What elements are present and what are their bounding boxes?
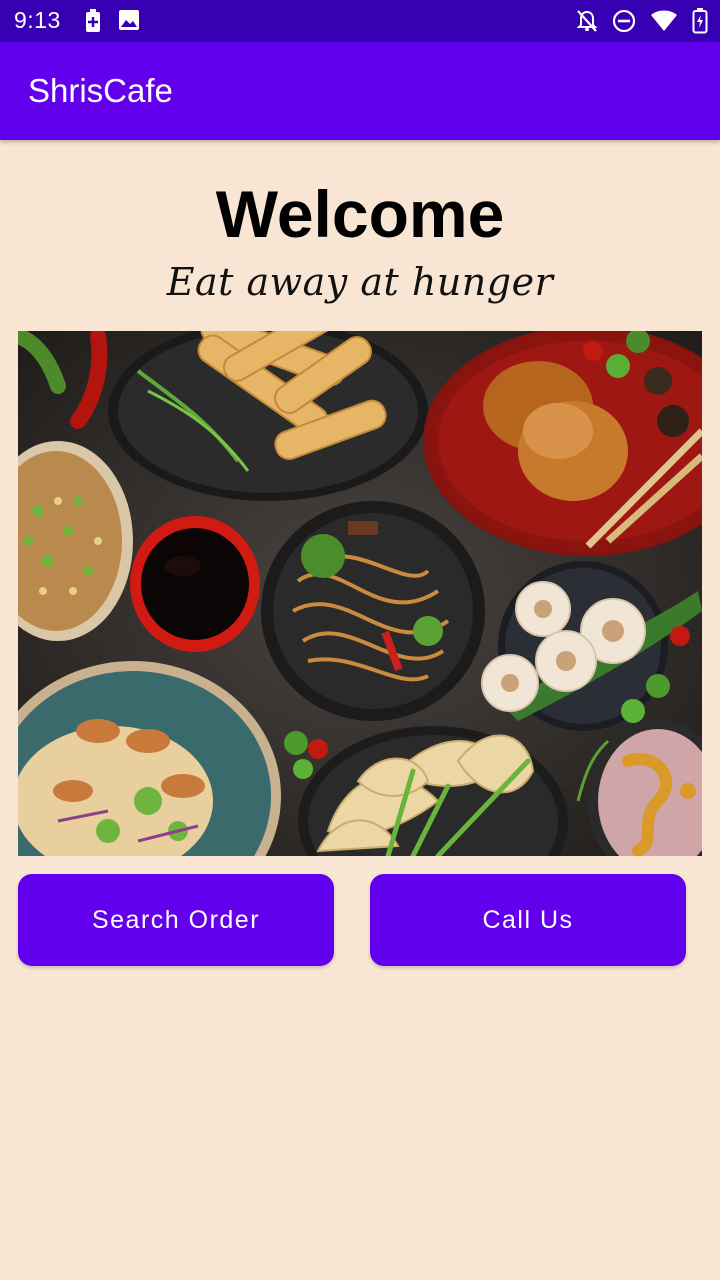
welcome-heading: Welcome bbox=[215, 177, 505, 251]
status-bar: 9:13 bbox=[0, 0, 720, 42]
app-bar: ShrisCafe bbox=[0, 42, 720, 140]
wifi-icon bbox=[650, 10, 678, 37]
status-right-icons bbox=[576, 8, 708, 39]
battery-icon bbox=[692, 8, 708, 39]
notifications-off-icon bbox=[576, 9, 598, 38]
do-not-disturb-icon bbox=[612, 9, 636, 38]
search-order-button[interactable]: Search Order bbox=[18, 874, 334, 966]
food-hero-image bbox=[18, 331, 702, 856]
call-us-button[interactable]: Call Us bbox=[370, 874, 686, 966]
app-title: ShrisCafe bbox=[28, 72, 173, 109]
status-time: 9:13 bbox=[14, 7, 61, 33]
image-icon bbox=[118, 9, 140, 38]
status-left-icons bbox=[84, 9, 140, 38]
tagline: Eat away at hunger bbox=[166, 260, 554, 304]
battery-charging-icon bbox=[84, 9, 102, 38]
